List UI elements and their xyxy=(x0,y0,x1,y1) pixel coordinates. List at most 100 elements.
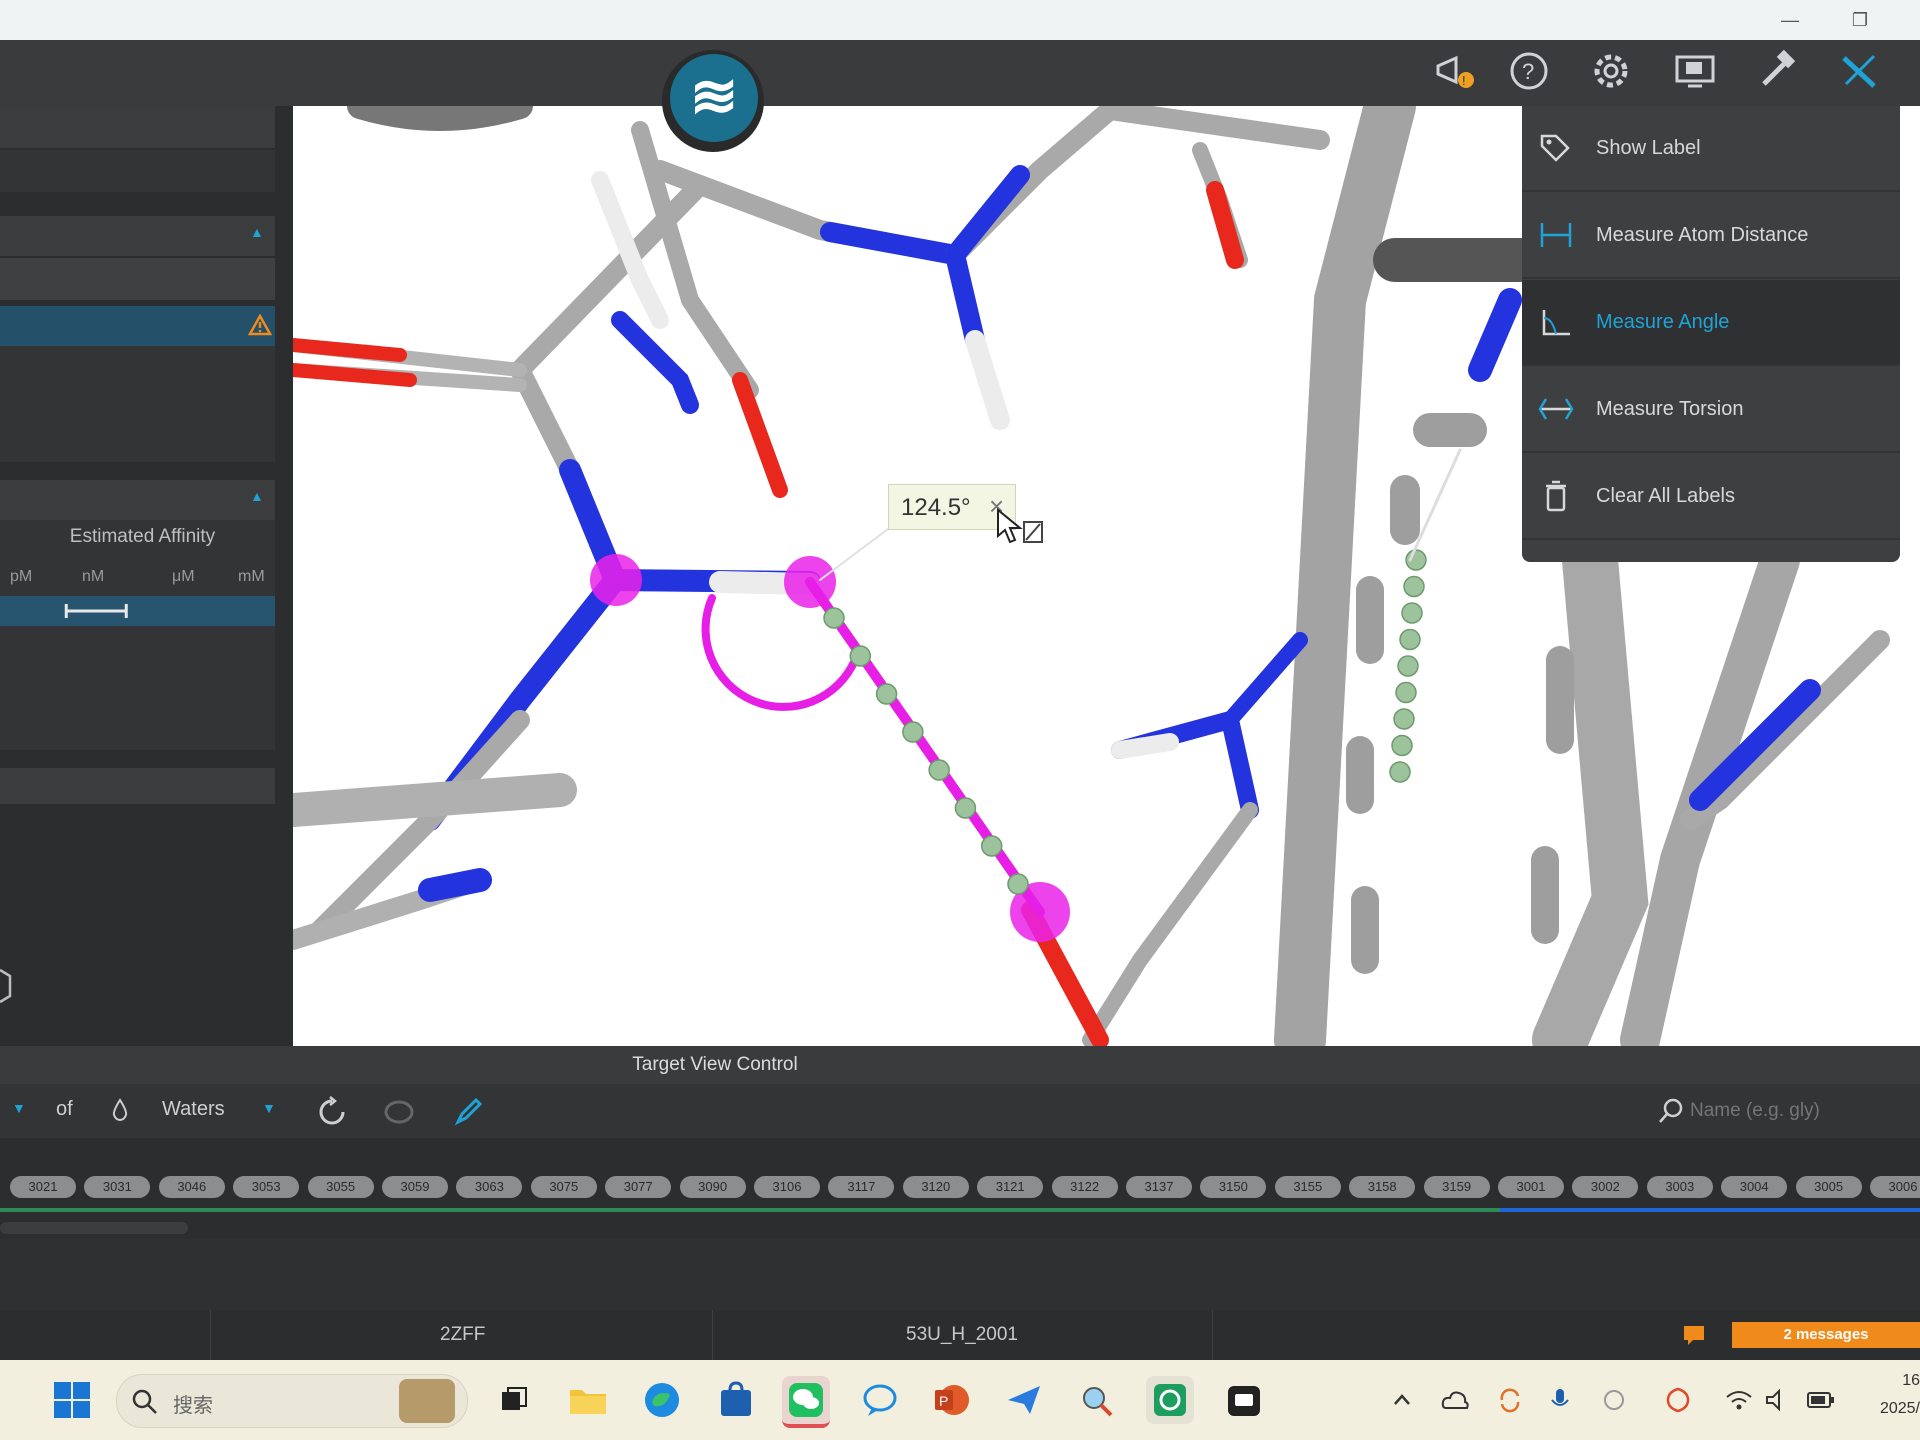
surface-icon[interactable] xyxy=(382,1096,416,1128)
residue-chip[interactable]: 3077 xyxy=(605,1176,672,1198)
pencil-icon[interactable] xyxy=(452,1094,486,1128)
taskbar-search-box[interactable]: 搜索 xyxy=(116,1374,468,1428)
warning-icon xyxy=(248,314,272,336)
residue-chip[interactable]: 3158 xyxy=(1349,1176,1416,1198)
residue-chip[interactable]: 3021 xyxy=(10,1176,76,1198)
build-tools-button[interactable] xyxy=(1752,48,1802,99)
residue-chip[interactable]: 3117 xyxy=(828,1176,895,1198)
hexagon-icon[interactable] xyxy=(0,966,14,1006)
affinity-section-header[interactable]: ▲ xyxy=(0,480,275,520)
menu-item-measure-angle[interactable]: Measure Angle xyxy=(1522,280,1900,366)
torsion-icon xyxy=(1536,389,1576,429)
panel-area xyxy=(0,346,275,462)
menu-item-measure-atom-distance[interactable]: Measure Atom Distance xyxy=(1522,193,1900,279)
display-icon xyxy=(1675,55,1715,88)
panel-header xyxy=(0,106,275,148)
residue-chip[interactable]: 3137 xyxy=(1126,1176,1192,1198)
clock-date[interactable]: 2025/ xyxy=(1860,1400,1920,1418)
green-app-icon xyxy=(1154,1384,1186,1416)
residue-chip[interactable]: 3001 xyxy=(1498,1176,1564,1198)
collapse-icon[interactable]: ▲ xyxy=(250,224,264,240)
waters-dropdown-icon[interactable]: ▼ xyxy=(262,1100,276,1116)
display-button[interactable] xyxy=(1670,48,1720,99)
waters-select[interactable]: Waters xyxy=(162,1098,225,1121)
task-view-icon xyxy=(502,1387,527,1410)
trash-icon xyxy=(1536,476,1576,516)
residue-chip[interactable]: 3046 xyxy=(158,1176,225,1198)
residue-chip[interactable]: 3122 xyxy=(1051,1176,1118,1198)
wifi-icon[interactable] xyxy=(1724,1388,1754,1412)
cloud-icon[interactable] xyxy=(1440,1386,1470,1414)
antivirus-icon[interactable] xyxy=(1664,1386,1692,1414)
minimize-button[interactable]: — xyxy=(1772,6,1808,34)
network-app-icon[interactable] xyxy=(1600,1386,1628,1414)
residue-chip[interactable]: 3063 xyxy=(456,1176,523,1198)
residue-chip[interactable]: 3002 xyxy=(1572,1176,1639,1198)
file-explorer-button[interactable] xyxy=(564,1376,612,1424)
window-title-bar: — ❐ xyxy=(0,0,1920,40)
collapse-icon[interactable]: ▲ xyxy=(250,488,264,504)
hbond-bead xyxy=(902,721,924,743)
residue-chip[interactable]: 3006 xyxy=(1870,1176,1920,1198)
robot-icon xyxy=(1228,1386,1260,1416)
announcement-button[interactable]: ! xyxy=(1428,48,1480,99)
horizontal-scrollbar[interactable] xyxy=(0,1222,188,1234)
residue-chip[interactable]: 3031 xyxy=(84,1176,151,1198)
affinity-scale-label: μM xyxy=(172,568,195,585)
battery-icon[interactable] xyxy=(1806,1390,1836,1410)
hbond-bead xyxy=(980,835,1003,857)
edge-icon xyxy=(645,1383,679,1417)
store-button[interactable] xyxy=(712,1376,760,1424)
residue-search-input[interactable] xyxy=(1688,1094,1912,1128)
settings-button[interactable] xyxy=(1588,48,1634,99)
menu-item-clear-all-labels[interactable]: Clear All Labels xyxy=(1522,454,1900,540)
residue-chip[interactable]: 3159 xyxy=(1423,1176,1490,1198)
messenger-button[interactable] xyxy=(1000,1376,1048,1424)
sync-icon[interactable] xyxy=(1496,1386,1524,1414)
menu-item-label: Measure Angle xyxy=(1596,310,1730,333)
chevron-up-icon[interactable] xyxy=(1390,1388,1414,1412)
hbond-bead xyxy=(1401,602,1423,624)
residue-chip[interactable]: 3155 xyxy=(1274,1176,1341,1198)
residue-chip[interactable]: 3059 xyxy=(382,1176,448,1198)
powerpoint-button[interactable]: P xyxy=(928,1376,976,1424)
wechat-button[interactable] xyxy=(782,1376,830,1428)
dark-app-button[interactable] xyxy=(1220,1376,1268,1424)
message-icon[interactable] xyxy=(1682,1324,1706,1346)
help-button[interactable]: ? xyxy=(1506,48,1552,99)
residue-chip[interactable]: 3005 xyxy=(1795,1176,1862,1198)
residue-chip[interactable]: 3106 xyxy=(754,1176,820,1198)
active-app-button[interactable] xyxy=(1146,1376,1194,1424)
residue-chip[interactable]: 3150 xyxy=(1200,1176,1267,1198)
cursor-icon xyxy=(997,508,1043,544)
chat-app-button[interactable] xyxy=(856,1376,904,1424)
residue-chip[interactable]: 3090 xyxy=(679,1176,746,1198)
microphone-icon[interactable] xyxy=(1548,1386,1572,1414)
residue-chip[interactable]: 3075 xyxy=(530,1176,597,1198)
residue-chip[interactable]: 3004 xyxy=(1721,1176,1788,1198)
task-view-button[interactable] xyxy=(490,1376,538,1424)
residue-chip[interactable]: 3121 xyxy=(977,1176,1044,1198)
edge-browser-button[interactable] xyxy=(638,1376,686,1424)
volume-icon[interactable] xyxy=(1764,1388,1790,1412)
messages-badge[interactable]: 2 messages xyxy=(1732,1322,1920,1348)
residue-chip[interactable]: 3120 xyxy=(902,1176,969,1198)
residue-chip[interactable]: 3053 xyxy=(233,1176,300,1198)
residue-chip[interactable]: 3055 xyxy=(307,1176,374,1198)
windows-start-icon[interactable] xyxy=(50,1378,94,1422)
panel-row xyxy=(0,150,275,192)
app-logo[interactable]: ≋ xyxy=(670,54,758,142)
selected-ligand-row[interactable] xyxy=(0,306,275,346)
tool-app-button[interactable] xyxy=(1072,1376,1120,1424)
section-header[interactable]: ▲ xyxy=(0,216,275,256)
panel-row xyxy=(0,258,275,300)
measure-tools-button[interactable] xyxy=(1834,48,1884,99)
restore-button[interactable]: ❐ xyxy=(1842,6,1878,34)
chain-dropdown-icon[interactable]: ▼ xyxy=(12,1100,26,1116)
affinity-scale-label: nM xyxy=(82,568,105,585)
menu-item-show-label[interactable]: Show Label xyxy=(1522,106,1900,192)
clock-time[interactable]: 16 xyxy=(1880,1372,1920,1390)
refresh-icon[interactable] xyxy=(316,1096,348,1128)
residue-chip[interactable]: 3003 xyxy=(1646,1176,1713,1198)
menu-item-measure-torsion[interactable]: Measure Torsion xyxy=(1522,367,1900,453)
